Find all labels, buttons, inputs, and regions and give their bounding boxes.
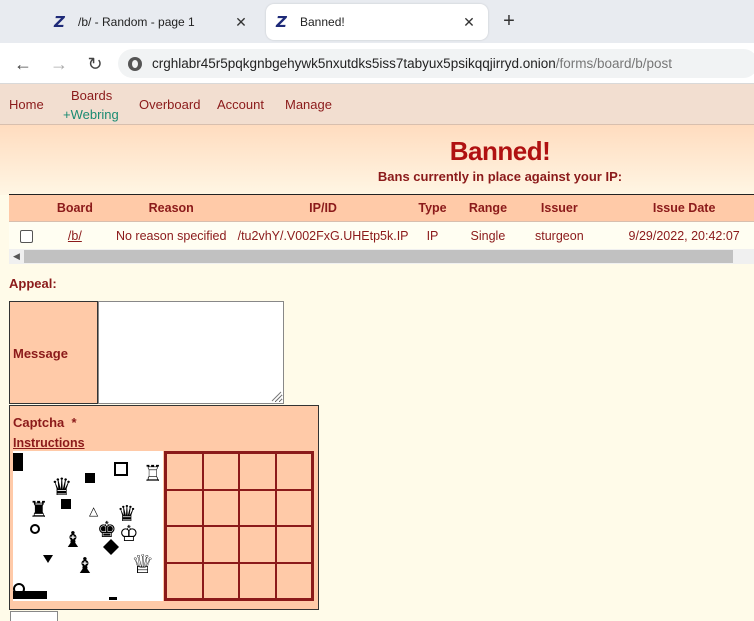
captcha-label-text: Captcha bbox=[13, 415, 65, 430]
page-subtitle: Bans currently in place against your IP: bbox=[377, 169, 623, 184]
browser-tab-bar: Z /b/ - Random - page 1 ✕ Z Banned! ✕ + bbox=[0, 0, 754, 43]
browser-tab-random[interactable]: Z /b/ - Random - page 1 ✕ bbox=[44, 4, 260, 40]
nav-boards-link[interactable]: Boards bbox=[71, 88, 112, 103]
url-host: crghlabr45r5pqkgnbgehywk5nxutdks5iss7tab… bbox=[152, 56, 556, 71]
header-issuer: Issuer bbox=[519, 194, 600, 222]
svg-text:♜: ♜ bbox=[29, 498, 49, 523]
svg-text:△: △ bbox=[89, 504, 99, 518]
captcha-grid-cell[interactable] bbox=[239, 453, 276, 490]
svg-text:♝: ♝ bbox=[63, 528, 83, 553]
site-nav-bar: Home Boards +Webring Overboard Account M… bbox=[0, 84, 754, 125]
nav-webring-link[interactable]: +Webring bbox=[63, 107, 119, 122]
header-reason: Reason bbox=[104, 194, 238, 222]
cell-select bbox=[9, 221, 45, 250]
url-text: crghlabr45r5pqkgnbgehywk5nxutdks5iss7tab… bbox=[152, 56, 672, 71]
required-mark: * bbox=[71, 415, 77, 430]
cell-range: Single bbox=[456, 221, 520, 250]
captcha-selection-grid bbox=[164, 451, 314, 601]
svg-text:♕: ♕ bbox=[131, 550, 154, 580]
site-favicon-icon: Z bbox=[54, 13, 65, 31]
captcha-grid-cell[interactable] bbox=[202, 526, 239, 563]
page-title: Banned! bbox=[449, 136, 551, 166]
url-input[interactable]: crghlabr45r5pqkgnbgehywk5nxutdks5iss7tab… bbox=[118, 49, 754, 78]
captcha-grid-cell[interactable] bbox=[239, 526, 276, 563]
cell-issuer: sturgeon bbox=[519, 221, 600, 250]
site-info-icon[interactable] bbox=[128, 56, 142, 71]
nav-overboard-link[interactable]: Overboard bbox=[139, 97, 200, 112]
captcha-grid-cell[interactable] bbox=[202, 453, 239, 490]
header-range: Range bbox=[456, 194, 520, 222]
header-type: Type bbox=[408, 194, 457, 222]
captcha-grid-cell[interactable] bbox=[166, 489, 203, 526]
captcha-grid-cell[interactable] bbox=[239, 562, 276, 599]
back-arrow-icon[interactable]: ← bbox=[12, 53, 34, 75]
cell-issue-date: 9/29/2022, 20:42:07 bbox=[599, 221, 754, 250]
captcha-label: Captcha * bbox=[13, 415, 77, 430]
captcha-grid-cell[interactable] bbox=[166, 562, 203, 599]
address-bar-row: ← → ↻ crghlabr45r5pqkgnbgehywk5nxutdks5i… bbox=[0, 43, 754, 84]
captcha-grid-cell[interactable] bbox=[275, 489, 312, 526]
header-ip-id: IP/ID bbox=[237, 194, 409, 222]
nav-manage-link[interactable]: Manage bbox=[285, 97, 332, 112]
form-next-control[interactable] bbox=[10, 611, 58, 621]
ban-select-checkbox[interactable] bbox=[20, 229, 34, 243]
close-tab-icon[interactable]: ✕ bbox=[460, 14, 478, 31]
reload-icon[interactable]: ↻ bbox=[84, 53, 106, 75]
captcha-grid-cell[interactable] bbox=[275, 526, 312, 563]
cell-ip-id: /tu2vhY/.V002FxG.UHEtp5k.IP bbox=[237, 221, 409, 250]
nav-home-link[interactable]: Home bbox=[9, 97, 44, 112]
site-favicon-icon: Z bbox=[276, 13, 287, 31]
browser-tab-banned[interactable]: Z Banned! ✕ bbox=[266, 4, 488, 40]
svg-text:♚: ♚ bbox=[97, 518, 117, 543]
close-tab-icon[interactable]: ✕ bbox=[232, 14, 250, 31]
header-issue-date: Issue Date bbox=[599, 194, 754, 222]
captcha-grid-cell[interactable] bbox=[166, 526, 203, 563]
header-board: Board bbox=[44, 194, 105, 222]
resize-grip-icon[interactable] bbox=[269, 389, 282, 402]
table-row: /b/ No reason specified /tu2vhY/.V002FxG… bbox=[9, 221, 754, 250]
table-header-row: Board Reason IP/ID Type Range Issuer Iss… bbox=[9, 194, 754, 222]
url-path: /forms/board/b/post bbox=[555, 56, 673, 71]
captcha-image: ♛ ♖ ♜ △ ♛ ♚ ♔ ♝ ♝ ♕ bbox=[13, 451, 163, 601]
message-label-cell: Message bbox=[9, 301, 98, 404]
svg-text:♛: ♛ bbox=[51, 473, 73, 501]
message-textarea[interactable] bbox=[98, 301, 284, 404]
ban-table: Board Reason IP/ID Type Range Issuer Iss… bbox=[9, 194, 754, 250]
captcha-instructions-link[interactable]: Instructions bbox=[13, 436, 85, 450]
appeal-heading: Appeal: bbox=[9, 276, 57, 291]
scroll-left-arrow-icon[interactable]: ◀ bbox=[9, 249, 24, 264]
svg-text:♖: ♖ bbox=[143, 462, 163, 487]
svg-text:♝: ♝ bbox=[75, 554, 95, 579]
table-horizontal-scrollbar[interactable]: ◀ bbox=[9, 249, 754, 264]
tab-title: Banned! bbox=[300, 15, 345, 29]
captcha-grid-cell[interactable] bbox=[202, 562, 239, 599]
captcha-grid-cell[interactable] bbox=[202, 489, 239, 526]
captcha-grid-cell[interactable] bbox=[275, 562, 312, 599]
scrollbar-thumb[interactable] bbox=[24, 250, 733, 263]
cell-board: /b/ bbox=[44, 221, 105, 250]
forward-arrow-icon[interactable]: → bbox=[48, 53, 70, 75]
captcha-grid-cell[interactable] bbox=[275, 453, 312, 490]
captcha-chess-pieces: ♛ ♖ ♜ △ ♛ ♚ ♔ ♝ ♝ ♕ bbox=[13, 453, 163, 600]
new-tab-icon[interactable]: + bbox=[498, 10, 520, 32]
board-link[interactable]: /b/ bbox=[68, 229, 82, 243]
message-label: Message bbox=[13, 346, 68, 361]
cell-type: IP bbox=[408, 221, 457, 250]
captcha-grid-cell[interactable] bbox=[239, 489, 276, 526]
nav-account-link[interactable]: Account bbox=[217, 97, 264, 112]
cell-reason: No reason specified bbox=[104, 221, 238, 250]
tab-title: /b/ - Random - page 1 bbox=[78, 15, 195, 29]
captcha-grid-cell[interactable] bbox=[166, 453, 203, 490]
svg-text:♔: ♔ bbox=[119, 522, 139, 547]
header-select bbox=[9, 194, 45, 222]
